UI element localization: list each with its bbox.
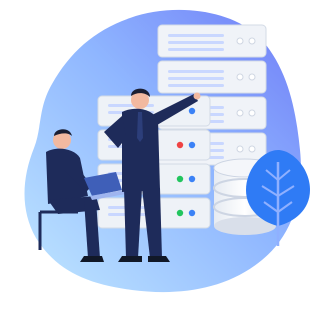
server-illustration xyxy=(24,9,310,293)
status-led xyxy=(188,175,196,183)
status-led xyxy=(188,209,196,217)
status-led xyxy=(176,209,184,217)
status-led xyxy=(176,175,184,183)
status-led xyxy=(176,141,184,149)
status-led xyxy=(188,141,196,149)
illustration-canvas xyxy=(0,0,322,312)
